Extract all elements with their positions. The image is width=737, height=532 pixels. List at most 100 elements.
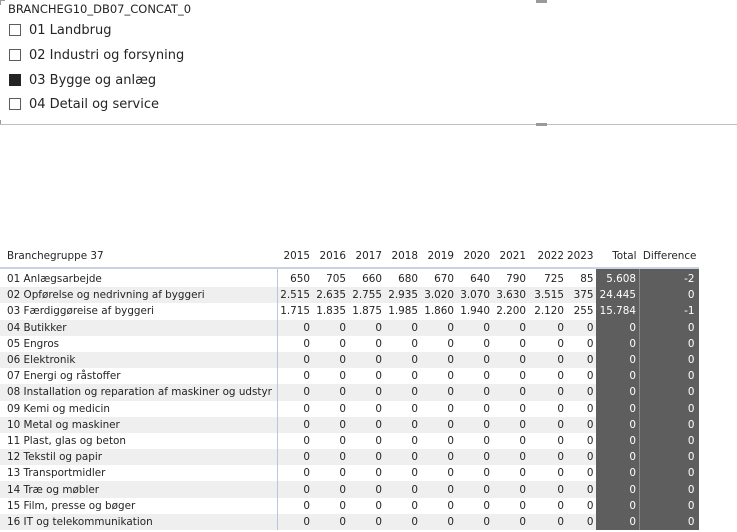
row-header-cell[interactable]: 08 Installation og reparation af maskine… bbox=[0, 384, 278, 401]
column-header-year[interactable]: 2018 bbox=[385, 245, 421, 268]
row-header-cell[interactable]: 13 Transportmidler bbox=[0, 465, 278, 482]
row-header-cell[interactable]: 06 Elektronik bbox=[0, 351, 278, 369]
table-row[interactable]: 15 Film, presse og bøger 0 0 0 0 0 0 0 0 0 0 0 bbox=[0, 497, 700, 514]
row-header-cell[interactable]: 12 Tekstil og papir bbox=[0, 449, 278, 466]
matrix-body: 01 Anlægsarbejde 650 705 660 680 670 640 790 725… bbox=[0, 268, 700, 530]
value-cell: 0 bbox=[493, 319, 529, 336]
row-header-cell[interactable]: 04 Butikker bbox=[0, 319, 278, 336]
resize-grip-top[interactable] bbox=[536, 0, 547, 3]
difference-cell: 0 bbox=[638, 432, 700, 450]
resize-grip-bottom[interactable] bbox=[536, 123, 547, 126]
value-cell: 375 bbox=[567, 287, 597, 304]
total-cell: 15.784 bbox=[596, 303, 640, 320]
column-header-total[interactable]: Total bbox=[596, 245, 639, 268]
table-row[interactable]: 16 IT og telekommunikation 0 0 0 0 0 0 0 0 0 0 0 bbox=[0, 513, 700, 530]
column-header-branchegruppe[interactable]: Branchegruppe 37 bbox=[0, 245, 277, 268]
value-cell: 3.020 bbox=[421, 287, 457, 304]
value-cell: 0 bbox=[567, 481, 597, 498]
value-cell: 0 bbox=[457, 481, 493, 498]
slicer-item-bygge-og-anlaeg[interactable]: 03 Bygge og anlæg bbox=[9, 71, 156, 89]
value-cell: 0 bbox=[483, 370, 490, 383]
value-cell: 0 bbox=[519, 467, 526, 480]
table-row[interactable]: 09 Kemi og medicin 0 0 0 0 0 0 0 0 0 0 0 bbox=[0, 400, 700, 417]
value-cell: 0 bbox=[421, 416, 457, 433]
column-header-year[interactable]: 2017 bbox=[349, 245, 385, 268]
row-header-cell[interactable]: 02 Opførelse og nedrivning af byggeri bbox=[0, 287, 278, 304]
table-row[interactable]: 05 Engros 0 0 0 0 0 0 0 0 0 0 0 bbox=[0, 335, 700, 352]
table-row[interactable]: 02 Opførelse og nedrivning af byggeri 2.5… bbox=[0, 287, 700, 304]
value-cell: 1.940 bbox=[460, 305, 490, 318]
column-header-year[interactable]: 2021 bbox=[493, 245, 529, 268]
value-cell: 0 bbox=[313, 513, 349, 530]
table-row[interactable]: 10 Metal og maskiner 0 0 0 0 0 0 0 0 0 0 0 bbox=[0, 416, 700, 433]
table-row[interactable]: 12 Tekstil og papir 0 0 0 0 0 0 0 0 0 0 0 bbox=[0, 449, 700, 466]
row-header-cell[interactable]: 05 Engros bbox=[0, 335, 278, 352]
value-cell: 0 bbox=[457, 416, 493, 433]
table-row[interactable]: 01 Anlægsarbejde 650 705 660 680 670 640 790 725… bbox=[0, 268, 700, 288]
row-header-cell[interactable]: 03 Færdiggøreise af byggeri bbox=[0, 303, 278, 320]
value-cell: 0 bbox=[529, 319, 567, 336]
column-header-year[interactable]: 2022 bbox=[529, 245, 567, 268]
value-cell: 0 bbox=[529, 449, 567, 466]
column-header-year[interactable]: 2019 bbox=[421, 245, 457, 268]
value-cell: 0 bbox=[447, 499, 454, 512]
difference-cell: 0 bbox=[638, 368, 700, 385]
table-row[interactable]: 14 Træ og møbler 0 0 0 0 0 0 0 0 0 0 0 bbox=[0, 481, 700, 498]
row-header-cell[interactable]: 16 IT og telekommunikation bbox=[0, 513, 278, 530]
table-row[interactable]: 04 Butikker 0 0 0 0 0 0 0 0 0 0 0 bbox=[0, 319, 700, 336]
table-row[interactable]: 03 Færdiggøreise af byggeri 1.715 1.835 1.8… bbox=[0, 303, 700, 320]
row-header-cell[interactable]: 10 Metal og maskiner bbox=[0, 416, 278, 433]
slicer-item-industri-og-forsyning[interactable]: 02 Industri og forsyning bbox=[9, 46, 184, 64]
column-header-difference[interactable]: Difference bbox=[639, 245, 699, 268]
value-cell: 0 bbox=[375, 434, 382, 447]
table-row[interactable]: 13 Transportmidler 0 0 0 0 0 0 0 0 0 0 0 bbox=[0, 465, 700, 482]
column-header-year[interactable]: 2023 bbox=[567, 245, 596, 268]
row-header-cell[interactable]: 14 Træ og møbler bbox=[0, 481, 278, 498]
value-cell: 0 bbox=[313, 416, 349, 433]
value-cell: 0 bbox=[303, 434, 310, 447]
row-header-cell[interactable]: 07 Energi og råstoffer bbox=[0, 368, 278, 385]
difference-cell: 0 bbox=[638, 384, 700, 401]
table-row[interactable]: 06 Elektronik 0 0 0 0 0 0 0 0 0 0 0 bbox=[0, 351, 700, 369]
value-cell: 0 bbox=[567, 319, 597, 336]
value-cell: 0 bbox=[519, 370, 526, 383]
table-row[interactable]: 07 Energi og råstoffer 0 0 0 0 0 0 0 0 0 0 0 bbox=[0, 368, 700, 385]
column-header-year[interactable]: 2016 bbox=[313, 245, 349, 268]
value-cell: 2.935 bbox=[385, 287, 421, 304]
checkbox-icon[interactable] bbox=[9, 98, 21, 110]
value-cell: 0 bbox=[375, 499, 382, 512]
value-cell: 0 bbox=[313, 351, 349, 369]
row-header-cell[interactable]: 11 Plast, glas og beton bbox=[0, 432, 278, 450]
resize-corner-top-left[interactable] bbox=[0, 0, 5, 5]
value-cell: 0 bbox=[493, 384, 529, 401]
value-cell: 0 bbox=[277, 351, 313, 369]
total-cell: 0 bbox=[596, 432, 640, 450]
value-cell: 0 bbox=[277, 319, 313, 336]
slicer-item-detail-og-service[interactable]: 04 Detail og service bbox=[9, 95, 159, 113]
value-cell: 0 bbox=[586, 402, 594, 415]
table-row[interactable]: 11 Plast, glas og beton 0 0 0 0 0 0 0 0 0 0 0 bbox=[0, 432, 700, 450]
value-cell: 0 bbox=[529, 481, 567, 498]
value-cell: 0 bbox=[567, 513, 597, 530]
total-cell: 0 bbox=[596, 449, 640, 466]
value-cell: 0 bbox=[411, 499, 418, 512]
row-header-cell[interactable]: 01 Anlægsarbejde bbox=[0, 268, 278, 288]
row-header-cell[interactable]: 09 Kemi og medicin bbox=[0, 400, 278, 417]
value-cell: 0 bbox=[411, 402, 418, 415]
checkbox-icon[interactable] bbox=[9, 24, 21, 36]
table-row[interactable]: 08 Installation og reparation af maskine… bbox=[0, 384, 700, 401]
value-cell: 1.985 bbox=[388, 305, 418, 318]
value-cell: 0 bbox=[303, 499, 310, 512]
checkbox-icon[interactable] bbox=[9, 49, 21, 61]
column-header-year[interactable]: 2015 bbox=[277, 245, 313, 268]
slicer-item-landbrug[interactable]: 01 Landbrug bbox=[9, 21, 111, 39]
total-cell: 0 bbox=[596, 513, 640, 530]
checked-checkbox-icon[interactable] bbox=[9, 74, 21, 86]
column-header-year[interactable]: 2020 bbox=[457, 245, 493, 268]
value-cell: 0 bbox=[529, 351, 567, 369]
matrix-visual: Branchegruppe 37 2015 2016 2017 2018 201… bbox=[0, 245, 737, 530]
row-header-cell[interactable]: 15 Film, presse og bøger bbox=[0, 497, 278, 514]
slicer-item-label: 01 Landbrug bbox=[29, 22, 112, 38]
value-cell: 650 bbox=[290, 273, 310, 286]
value-cell: 0 bbox=[421, 351, 457, 369]
